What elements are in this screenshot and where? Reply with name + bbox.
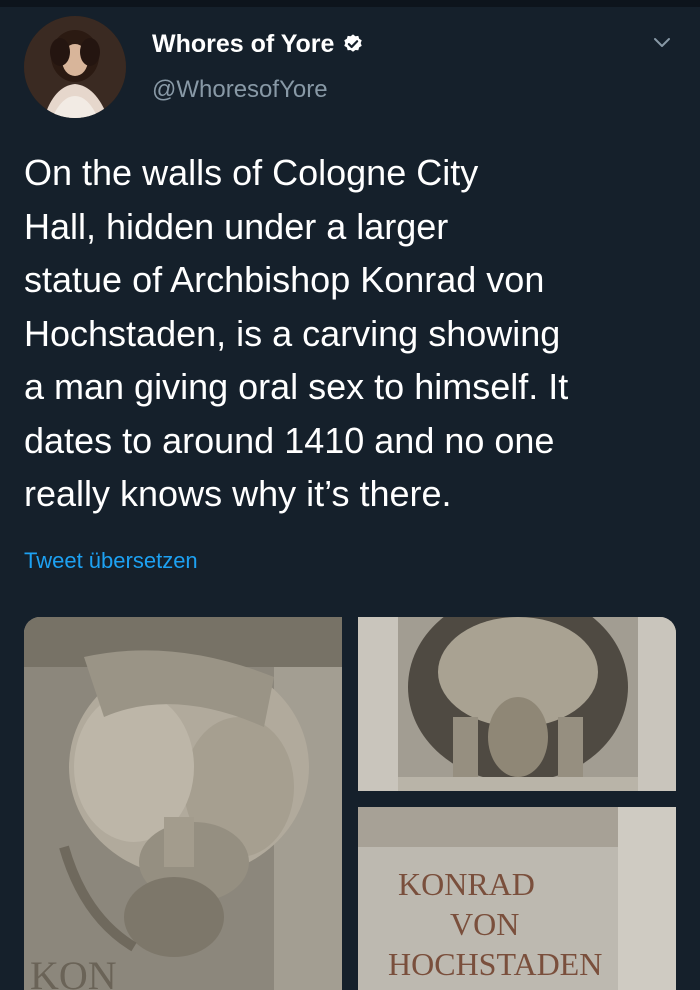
chevron-down-icon[interactable] bbox=[650, 30, 674, 54]
carving-photo-wide[interactable] bbox=[358, 617, 676, 791]
carving-photo-closeup[interactable]: KON bbox=[24, 617, 342, 990]
tweet-text: On the walls of Cologne City Hall, hidde… bbox=[24, 152, 569, 514]
status-bar-strip bbox=[0, 0, 700, 7]
inscription-photo[interactable]: KONRAD VON HOCHSTADEN bbox=[358, 807, 676, 990]
author-name-row[interactable]: Whores of Yore bbox=[152, 26, 364, 62]
left-inscription-fragment: KON bbox=[30, 953, 117, 990]
inscription-line-1: KONRAD bbox=[398, 866, 535, 902]
media-grid: KON KONRAD VON HOCHSTADEN bbox=[24, 617, 676, 990]
avatar[interactable] bbox=[24, 16, 126, 118]
verified-badge-icon bbox=[342, 33, 364, 55]
display-name[interactable]: Whores of Yore bbox=[152, 30, 334, 59]
inscription-line-3: HOCHSTADEN bbox=[388, 946, 602, 982]
inscription-line-2: VON bbox=[450, 906, 519, 942]
user-handle[interactable]: @WhoresofYore bbox=[152, 76, 328, 104]
translate-tweet-link[interactable]: Tweet übersetzen bbox=[24, 548, 198, 574]
